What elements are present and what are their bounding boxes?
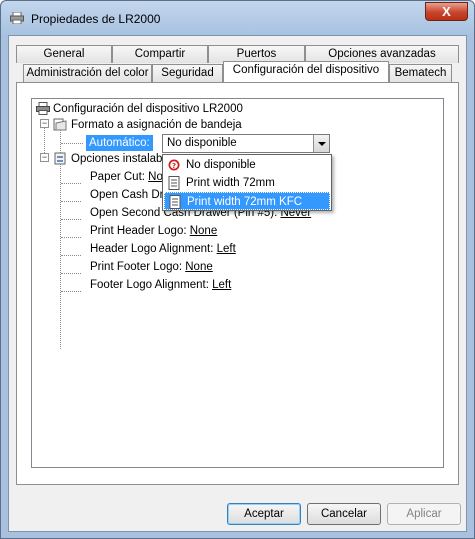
title-bar[interactable]: Propiedades de LR2000 X (1, 1, 474, 35)
automatic-label[interactable]: Automático: (86, 135, 153, 151)
option-print-header-logo[interactable]: Print Header Logo: None (90, 224, 217, 238)
tab-general[interactable]: General (16, 45, 112, 63)
option-value: No (148, 171, 163, 183)
tree-root-label: Configuración del dispositivo LR2000 (53, 103, 243, 115)
options-icon (54, 152, 66, 165)
option-label: No disponible (186, 159, 256, 171)
tray-dropdown-list[interactable]: ? No disponible Print width 72mm Print w… (162, 154, 332, 211)
tree-guide (60, 163, 61, 349)
tab-bematech[interactable]: Bematech (389, 64, 452, 82)
option-value: None (185, 261, 213, 273)
tree-guide (61, 183, 81, 184)
settings-tree[interactable]: Configuración del dispositivo LR2000 − F… (31, 98, 444, 468)
properties-window: Propiedades de LR2000 X General Comparti… (0, 0, 475, 539)
tree-guide (60, 129, 61, 153)
option-label: Print width 72mm (186, 177, 275, 189)
option-value: Left (216, 243, 236, 255)
option-value: Left (212, 279, 232, 291)
dropdown-option[interactable]: ? No disponible (164, 156, 330, 174)
tree-guide (61, 219, 81, 220)
option-print-footer-logo[interactable]: Print Footer Logo: None (90, 260, 213, 274)
tree-guide (61, 273, 81, 274)
collapse-icon[interactable]: − (40, 119, 49, 128)
tab-configuracion-dispositivo[interactable]: Configuración del dispositivo (223, 61, 389, 82)
tab-administracion-color[interactable]: Administración del color (23, 64, 152, 82)
window-title: Propiedades de LR2000 (31, 12, 161, 26)
option-label: Print width 72mm KFC (187, 196, 303, 208)
option-footer-logo-alignment[interactable]: Footer Logo Alignment: Left (90, 278, 231, 292)
tree-tray-label: Formato a asignación de bandeja (71, 119, 242, 131)
dropdown-option[interactable]: Print width 72mm (164, 174, 330, 192)
option-label: Footer Logo Alignment: (90, 279, 213, 291)
collapse-icon[interactable]: − (40, 153, 49, 162)
close-icon: X (442, 4, 451, 19)
option-open-cash-drawer[interactable]: Open Cash Dr (90, 188, 164, 202)
option-paper-cut[interactable]: Paper Cut: No (90, 170, 163, 184)
option-label: Paper Cut: (90, 171, 149, 183)
tree-guide (61, 255, 81, 256)
tree-guide (61, 237, 81, 238)
document-icon (168, 176, 180, 190)
option-label: Print Footer Logo: (90, 261, 186, 273)
tray-select-value: No disponible (167, 137, 237, 149)
tray-select[interactable]: No disponible (162, 134, 330, 153)
tray-icon (53, 118, 67, 131)
chevron-down-icon[interactable] (313, 135, 329, 152)
tab-panel: Configuración del dispositivo LR2000 − F… (16, 82, 459, 485)
tree-options-label: Opciones instalab (71, 153, 163, 165)
tree-guide (61, 291, 81, 292)
unavailable-icon: ? (168, 159, 180, 171)
option-label: Print Header Logo: (90, 225, 190, 237)
tab-compartir[interactable]: Compartir (112, 45, 208, 63)
dialog-body: General Compartir Puertos Opciones avanz… (8, 35, 467, 532)
close-button[interactable]: X (425, 2, 468, 21)
printer-icon (36, 102, 50, 115)
cancel-button[interactable]: Cancelar (307, 503, 381, 525)
tab-seguridad[interactable]: Seguridad (152, 64, 223, 82)
tree-guide (61, 201, 81, 202)
printer-icon (10, 12, 24, 24)
tree-guide (61, 143, 83, 144)
option-header-logo-alignment[interactable]: Header Logo Alignment: Left (90, 242, 236, 256)
option-label: Open Cash Dr (90, 189, 164, 201)
dropdown-option-selected[interactable]: Print width 72mm KFC (164, 192, 330, 210)
svg-text:?: ? (172, 162, 176, 170)
apply-button[interactable]: Aplicar (387, 503, 461, 525)
ok-button[interactable]: Aceptar (227, 503, 301, 525)
option-label: Header Logo Alignment: (90, 243, 217, 255)
document-icon (169, 195, 181, 209)
option-value: None (189, 225, 218, 237)
